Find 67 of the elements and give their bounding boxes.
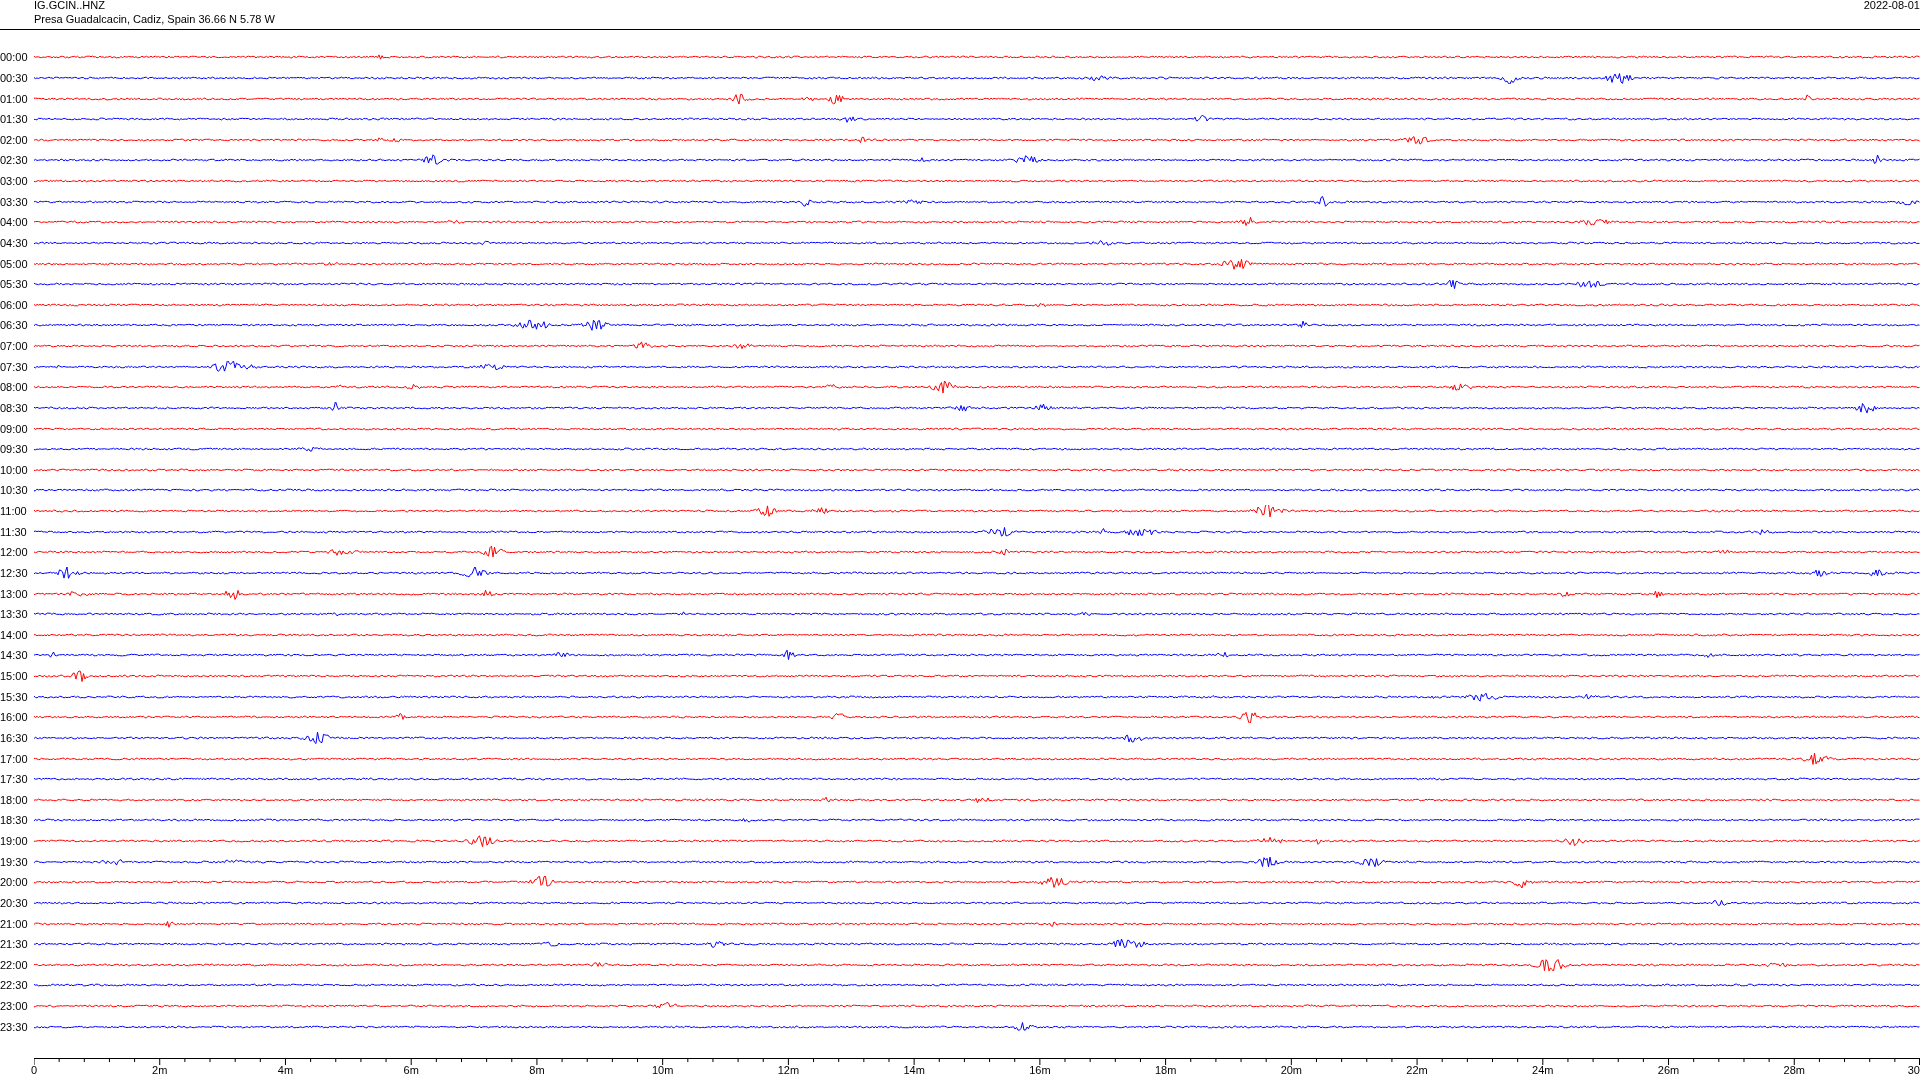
time-label: 05:00 xyxy=(0,257,29,270)
time-label: 12:00 xyxy=(0,546,29,559)
time-label: 15:30 xyxy=(0,690,29,703)
time-label: 03:30 xyxy=(0,195,29,208)
axis-label: 22m xyxy=(1406,1064,1428,1076)
time-label: 13:30 xyxy=(0,608,29,621)
time-label: 15:00 xyxy=(0,670,29,683)
time-label: 19:30 xyxy=(0,855,29,868)
time-label: 01:00 xyxy=(0,92,29,105)
time-label: 02:00 xyxy=(0,133,29,146)
time-label: 20:30 xyxy=(0,896,29,909)
time-label: 23:00 xyxy=(0,1000,29,1013)
time-label: 12:30 xyxy=(0,566,29,579)
axis-label: 6m xyxy=(403,1064,419,1076)
time-label: 18:30 xyxy=(0,814,29,827)
time-label: 23:30 xyxy=(0,1020,29,1033)
time-label: 00:30 xyxy=(0,71,29,84)
axis-label: 18m xyxy=(1154,1064,1177,1076)
time-label: 05:30 xyxy=(0,278,29,291)
time-label: 22:00 xyxy=(0,958,29,971)
station-location: Presa Guadalcacin, Cadiz, Spain 36.66 N 5.78 W xyxy=(34,12,275,26)
time-label: 06:00 xyxy=(0,298,29,311)
date-label: 2022-08-01 xyxy=(1863,0,1920,13)
axis-label: 28m xyxy=(1783,1064,1805,1076)
time-label: 07:00 xyxy=(0,340,29,353)
time-label: 11:00 xyxy=(0,505,28,518)
time-label: 20:00 xyxy=(0,876,29,889)
axis-label: 0 xyxy=(30,1064,38,1076)
time-label: 13:00 xyxy=(0,587,29,600)
station-code: IG.GCIN..HNZ xyxy=(34,0,106,12)
time-label: 16:00 xyxy=(0,711,29,724)
time-label: 04:00 xyxy=(0,216,29,229)
time-label: 01:30 xyxy=(0,113,29,126)
time-label: 22:30 xyxy=(0,979,29,992)
time-label: 07:30 xyxy=(0,360,29,373)
time-label: 08:00 xyxy=(0,381,29,394)
axis-label: 20m xyxy=(1280,1064,1303,1076)
time-label: 06:30 xyxy=(0,319,29,332)
time-label: 09:00 xyxy=(0,422,29,435)
axis-label: 24m xyxy=(1532,1064,1554,1076)
time-label: 14:00 xyxy=(0,628,29,641)
axis-label: 10m xyxy=(651,1064,674,1076)
time-label: 09:30 xyxy=(0,443,29,456)
time-label: 17:00 xyxy=(0,752,29,765)
time-label: 21:00 xyxy=(0,917,29,930)
time-label: 03:00 xyxy=(0,175,29,188)
time-label: 10:00 xyxy=(0,463,29,476)
time-label: 08:30 xyxy=(0,401,29,414)
time-label: 00:00 xyxy=(0,51,29,64)
time-label: 19:00 xyxy=(0,835,29,848)
axis-label: 14m xyxy=(903,1064,925,1076)
axis-label: 4m xyxy=(277,1064,294,1076)
axis-label: 12m xyxy=(777,1064,800,1076)
time-label: 18:00 xyxy=(0,793,29,806)
time-label: 17:30 xyxy=(0,773,29,786)
time-label: 21:30 xyxy=(0,938,29,951)
axis-label: 8m xyxy=(529,1064,545,1076)
axis-label: 30 xyxy=(1907,1064,1920,1076)
axis-label: 16m xyxy=(1029,1064,1051,1076)
time-label: 14:30 xyxy=(0,649,29,662)
axis-label: 2m xyxy=(152,1064,168,1076)
axis-label: 26m xyxy=(1657,1064,1680,1076)
time-label: 11:30 xyxy=(0,525,28,538)
time-label: 16:30 xyxy=(0,731,29,744)
time-label: 04:30 xyxy=(0,236,29,249)
time-label: 10:30 xyxy=(0,484,29,497)
time-label: 02:30 xyxy=(0,154,29,167)
